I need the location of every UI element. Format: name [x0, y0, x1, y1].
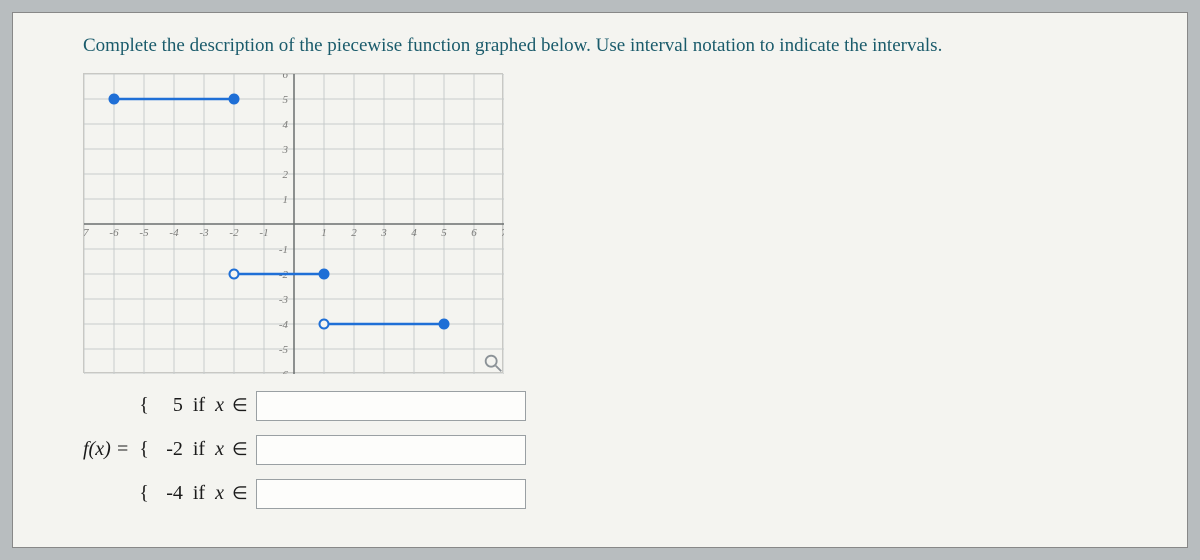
- svg-text:-4: -4: [279, 319, 289, 331]
- svg-text:6: 6: [283, 74, 289, 81]
- element-of: ∈: [232, 483, 248, 504]
- piecewise-graph: -7-6-5-4-3-2-11234567-6-5-4-3-2-1123456: [83, 73, 503, 373]
- svg-text:-5: -5: [279, 344, 289, 356]
- svg-text:-7: -7: [84, 227, 89, 239]
- svg-text:-6: -6: [109, 227, 119, 239]
- equation-rows: { 5 if x ∈ { -2 if x ∈ { -4: [139, 391, 525, 509]
- svg-text:-3: -3: [279, 294, 289, 306]
- piece-value: -2: [157, 438, 183, 461]
- svg-text:3: 3: [282, 144, 289, 156]
- svg-text:6: 6: [471, 227, 477, 239]
- piece-value: 5: [157, 394, 183, 417]
- if-label: if: [193, 482, 205, 505]
- svg-text:-1: -1: [279, 244, 288, 256]
- equation-row-3: { -4 if x ∈: [139, 479, 525, 509]
- element-of: ∈: [232, 395, 248, 416]
- piecewise-equation: f(x) = { 5 if x ∈ { -2 if x ∈: [83, 391, 1117, 509]
- question-prompt: Complete the description of the piecewis…: [83, 33, 1117, 59]
- svg-text:-2: -2: [229, 227, 239, 239]
- svg-text:3: 3: [380, 227, 387, 239]
- brace: {: [139, 438, 149, 461]
- graph-svg: -7-6-5-4-3-2-11234567-6-5-4-3-2-1123456: [84, 74, 504, 374]
- equation-row-1: { 5 if x ∈: [139, 391, 525, 421]
- piece-value: -4: [157, 482, 183, 505]
- svg-text:4: 4: [283, 119, 289, 131]
- svg-text:4: 4: [411, 227, 417, 239]
- element-of: ∈: [232, 439, 248, 460]
- svg-text:-6: -6: [279, 369, 289, 374]
- interval-input-1[interactable]: [256, 391, 526, 421]
- worksheet-page: Complete the description of the piecewis…: [12, 12, 1188, 548]
- svg-text:-5: -5: [139, 227, 149, 239]
- svg-text:1: 1: [321, 227, 327, 239]
- svg-text:-3: -3: [199, 227, 209, 239]
- svg-text:1: 1: [283, 194, 289, 206]
- if-label: if: [193, 394, 205, 417]
- interval-input-3[interactable]: [256, 479, 526, 509]
- svg-text:-4: -4: [169, 227, 179, 239]
- equation-lhs: f(x) =: [83, 438, 129, 461]
- svg-text:-1: -1: [259, 227, 268, 239]
- interval-input-2[interactable]: [256, 435, 526, 465]
- brace: {: [139, 394, 149, 417]
- svg-text:5: 5: [283, 94, 289, 106]
- x-var: x: [215, 438, 224, 461]
- svg-text:2: 2: [351, 227, 357, 239]
- svg-text:7: 7: [501, 227, 504, 239]
- brace: {: [139, 482, 149, 505]
- content: -7-6-5-4-3-2-11234567-6-5-4-3-2-1123456 …: [83, 73, 1117, 509]
- svg-text:5: 5: [441, 227, 447, 239]
- svg-text:2: 2: [283, 169, 289, 181]
- if-label: if: [193, 438, 205, 461]
- x-var: x: [215, 482, 224, 505]
- x-var: x: [215, 394, 224, 417]
- equation-row-2: { -2 if x ∈: [139, 435, 525, 465]
- magnifier-icon[interactable]: [482, 352, 504, 374]
